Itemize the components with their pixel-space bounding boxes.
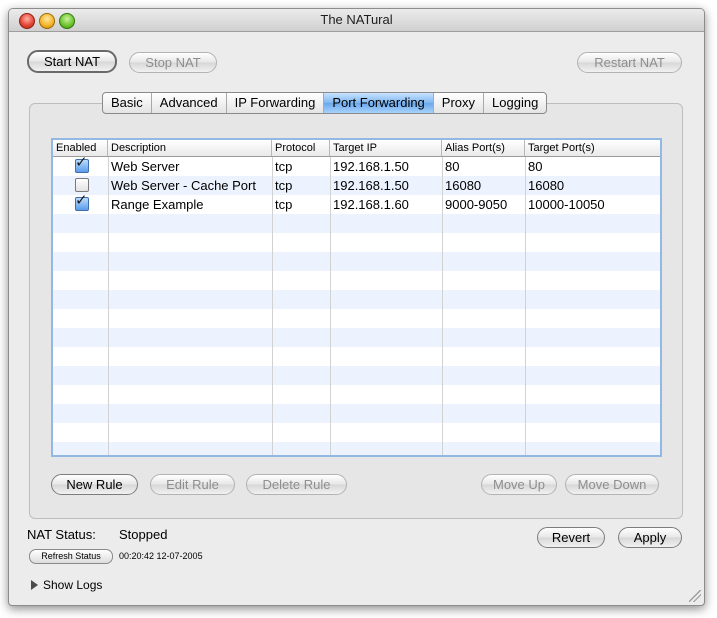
cell-protocol: tcp (275, 178, 293, 193)
nat-status-label: NAT Status: (27, 527, 96, 542)
cell-target-ip: 192.168.1.60 (333, 197, 409, 212)
refresh-status-button[interactable]: Refresh Status (29, 549, 113, 564)
cell-target-ports: 80 (528, 159, 543, 174)
cell-protocol: tcp (275, 159, 293, 174)
nat-status-value: Stopped (119, 527, 168, 542)
port-forwarding-table[interactable]: Enabled Description Protocol Target IP A… (51, 138, 662, 457)
tab-logging[interactable]: Logging (484, 93, 546, 113)
disclosure-triangle-icon[interactable] (31, 580, 38, 590)
new-rule-button[interactable]: New Rule (51, 474, 138, 495)
apply-button[interactable]: Apply (618, 527, 682, 548)
checkmark-icon: ✓ (75, 154, 88, 171)
cell-description: Web Server (111, 159, 180, 174)
stop-nat-button[interactable]: Stop NAT (129, 52, 217, 73)
move-up-button[interactable]: Move Up (481, 474, 557, 495)
cell-target-ports: 10000-10050 (528, 197, 605, 212)
cell-target-ip: 192.168.1.50 (333, 159, 409, 174)
tab-advanced[interactable]: Advanced (152, 93, 227, 113)
cell-alias-ports: 80 (445, 159, 460, 174)
column-header-protocol[interactable]: Protocol (272, 140, 330, 156)
enabled-checkbox[interactable]: ✓ (75, 155, 89, 173)
tab-proxy[interactable]: Proxy (434, 93, 485, 113)
tab-ip-forwarding[interactable]: IP Forwarding (227, 93, 325, 113)
cell-alias-ports: 16080 (445, 178, 482, 193)
cell-protocol: tcp (275, 197, 293, 212)
window-title: The NATural (320, 12, 393, 27)
table-header: Enabled Description Protocol Target IP A… (53, 140, 660, 157)
table-row[interactable]: ✓ Range Example tcp 192.168.1.60 9000-90… (53, 193, 660, 214)
enabled-checkbox[interactable]: ✓ (75, 193, 89, 211)
start-nat-button[interactable]: Start NAT (27, 50, 117, 73)
status-timestamp: 00:20:42 12-07-2005 (119, 551, 203, 561)
cell-target-ip: 192.168.1.50 (333, 178, 409, 193)
cell-description: Web Server - Cache Port (111, 178, 256, 193)
column-header-description[interactable]: Description (108, 140, 272, 156)
title-bar[interactable]: The NATural (9, 9, 704, 32)
revert-button[interactable]: Revert (537, 527, 605, 548)
cell-description: Range Example (111, 197, 204, 212)
column-header-target-ip[interactable]: Target IP (330, 140, 442, 156)
tab-basic[interactable]: Basic (103, 93, 152, 113)
cell-target-ports: 16080 (528, 178, 565, 193)
main-window: The NATural Start NAT Stop NAT Restart N… (8, 8, 705, 606)
restart-nat-button[interactable]: Restart NAT (577, 52, 682, 73)
show-logs-label[interactable]: Show Logs (43, 578, 102, 592)
resize-grip-icon[interactable] (689, 590, 701, 602)
cell-alias-ports: 9000-9050 (445, 197, 508, 212)
edit-rule-button[interactable]: Edit Rule (150, 474, 235, 495)
column-header-alias-ports[interactable]: Alias Port(s) (442, 140, 525, 156)
delete-rule-button[interactable]: Delete Rule (246, 474, 347, 495)
tab-bar: Basic Advanced IP Forwarding Port Forwar… (102, 92, 548, 114)
column-header-target-ports[interactable]: Target Port(s) (525, 140, 660, 156)
table-row[interactable]: Web Server - Cache Port tcp 192.168.1.50… (53, 176, 660, 195)
move-down-button[interactable]: Move Down (565, 474, 659, 495)
checkmark-icon: ✓ (75, 192, 88, 209)
table-row[interactable]: ✓ Web Server tcp 192.168.1.50 80 80 (53, 155, 660, 176)
tab-port-forwarding[interactable]: Port Forwarding (324, 93, 434, 113)
enabled-checkbox[interactable] (75, 178, 89, 192)
